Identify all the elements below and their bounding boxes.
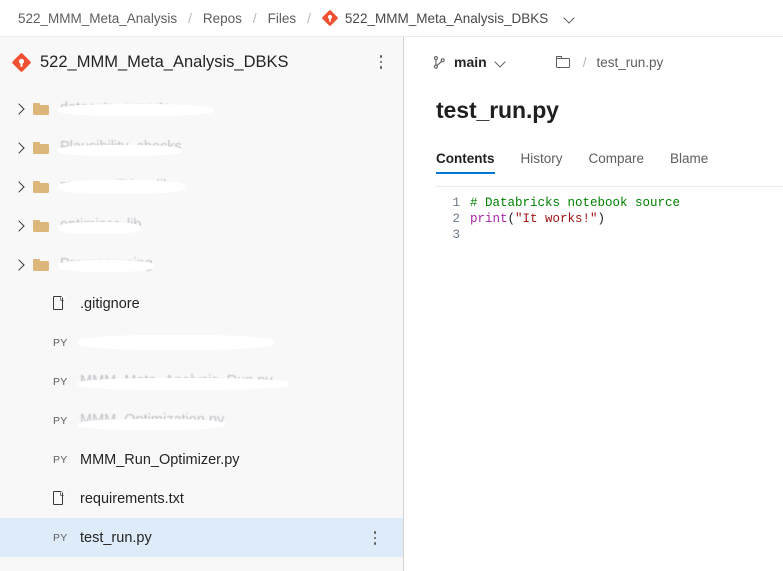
folder-icon — [30, 102, 60, 116]
tree-folder-row[interactable]: Plausibility_checks — [0, 128, 403, 167]
azure-repos-icon — [322, 10, 338, 26]
tree-folder-row[interactable]: mmm_utilities_lib — [0, 167, 403, 206]
code-token-punct-open: ( — [508, 211, 516, 227]
chevron-down-icon — [495, 56, 508, 69]
main-split: 522_MMM_Meta_Analysis_DBKS datasets_expo… — [0, 37, 783, 571]
tree-folder-row[interactable]: optimizer_lib — [0, 206, 403, 245]
tree-file-label: MMM_Run_Optimizer.py — [80, 452, 240, 468]
python-file-icon: PY — [50, 337, 80, 349]
breadcrumb-separator-2: / — [253, 11, 257, 26]
chevron-right-icon[interactable] — [10, 144, 30, 152]
python-file-icon: PY — [50, 376, 80, 388]
branch-bar: main / test_run.py — [432, 37, 783, 87]
tree-file-row[interactable]: PY — [0, 323, 403, 362]
breadcrumb-project[interactable]: 522_MMM_Meta_Analysis — [18, 11, 177, 26]
file-content-panel: main / test_run.py test_run.py Contents … — [404, 37, 783, 571]
line-number: 1 — [436, 195, 470, 211]
redacted-text: MMM_Meta_Analysis_Run.py — [80, 373, 290, 390]
redacted-text: Plausibility_checks — [60, 139, 184, 156]
python-file-icon: PY — [50, 532, 80, 544]
branch-selector[interactable]: main — [432, 54, 508, 70]
breadcrumb-separator-1: / — [188, 11, 192, 26]
tree-file-row-selected[interactable]: PY test_run.py — [0, 518, 403, 557]
tree-folder-label: Plausibility_checks — [60, 139, 184, 156]
redacted-text: MMM_Optimization.py — [80, 412, 227, 429]
code-line: 3 — [436, 227, 783, 243]
tree-file-label: requirements.txt — [80, 491, 184, 507]
tree-folder-label: datasets_exports — [60, 100, 212, 117]
tab-blame[interactable]: Blame — [670, 151, 708, 174]
git-branch-icon — [432, 55, 447, 70]
code-token-punct-close: ) — [598, 211, 606, 227]
file-icon — [50, 491, 80, 507]
tree-folder-row[interactable]: Preprocessing — [0, 245, 403, 284]
tree-file-row[interactable]: PY MMM_Optimization.py — [0, 401, 403, 440]
code-token-comment: # Databricks notebook source — [470, 195, 680, 211]
tree-folder-label: Preprocessing — [60, 256, 156, 273]
redacted-text: Preprocessing — [60, 256, 156, 273]
chevron-right-icon[interactable] — [10, 222, 30, 230]
line-number: 2 — [436, 211, 470, 227]
tree-file-row[interactable]: requirements.txt — [0, 479, 403, 518]
folder-icon — [30, 258, 60, 272]
tree-folder-row[interactable]: datasets_exports — [0, 89, 403, 128]
sidebar-header: 522_MMM_Meta_Analysis_DBKS — [0, 37, 403, 87]
chevron-right-icon[interactable] — [10, 105, 30, 113]
code-line: 2 print ( "It works!" ) — [436, 211, 783, 227]
breadcrumb-repo-selector[interactable]: 522_MMM_Meta_Analysis_DBKS — [322, 10, 577, 26]
tree-file-label: MMM_Optimization.py — [80, 412, 227, 429]
tree-folder-label: mmm_utilities_lib — [60, 178, 187, 195]
file-tabs: Contents History Compare Blame — [436, 145, 783, 174]
folder-icon — [30, 219, 60, 233]
tree-file-row[interactable]: PY MMM_Run_Optimizer.py — [0, 440, 403, 479]
file-icon — [50, 296, 80, 312]
code-token-function: print — [470, 211, 508, 227]
azure-repos-icon — [12, 53, 31, 72]
tab-history[interactable]: History — [521, 151, 563, 174]
redacted-text: mmm_utilities_lib — [60, 178, 187, 195]
breadcrumb-repo-label: 522_MMM_Meta_Analysis_DBKS — [345, 11, 548, 26]
sidebar-repo-title: 522_MMM_Meta_Analysis_DBKS — [40, 53, 373, 72]
code-viewer: 1 # Databricks notebook source 2 print (… — [436, 186, 783, 546]
code-line: 1 # Databricks notebook source — [436, 195, 783, 211]
tree-file-label: MMM_Meta_Analysis_Run.py — [80, 373, 290, 390]
breadcrumb-bar: 522_MMM_Meta_Analysis / Repos / Files / … — [0, 0, 783, 37]
path-file-label: test_run.py — [596, 55, 663, 70]
python-file-icon: PY — [50, 415, 80, 427]
breadcrumb-files[interactable]: Files — [268, 11, 297, 26]
tree-file-label: test_run.py — [80, 530, 152, 546]
tree-folder-label: optimizer_lib — [60, 217, 143, 234]
chevron-down-icon — [564, 12, 577, 25]
file-tree-sidebar: 522_MMM_Meta_Analysis_DBKS datasets_expo… — [0, 37, 404, 571]
tree-file-row[interactable]: .gitignore — [0, 284, 403, 323]
tab-compare[interactable]: Compare — [589, 151, 645, 174]
page-title: test_run.py — [436, 97, 783, 124]
line-number: 3 — [436, 227, 470, 243]
branch-name-label: main — [454, 54, 487, 70]
tab-contents[interactable]: Contents — [436, 151, 495, 174]
code-token-string: "It works!" — [515, 211, 598, 227]
path-separator: / — [583, 55, 587, 70]
folder-icon — [30, 180, 60, 194]
chevron-right-icon[interactable] — [10, 261, 30, 269]
sidebar-more-actions-button[interactable] — [373, 53, 389, 71]
breadcrumb-repos[interactable]: Repos — [203, 11, 242, 26]
file-tree: datasets_exports Plausibility_checks — [0, 87, 403, 557]
redacted-text — [80, 334, 276, 351]
redacted-text: optimizer_lib — [60, 217, 143, 234]
chevron-right-icon[interactable] — [10, 183, 30, 191]
folder-outline-icon[interactable] — [556, 56, 571, 69]
python-file-icon: PY — [50, 454, 80, 466]
breadcrumb-separator-3: / — [307, 11, 311, 26]
tree-file-row[interactable]: PY MMM_Meta_Analysis_Run.py — [0, 362, 403, 401]
redacted-text: datasets_exports — [60, 100, 212, 117]
file-path-breadcrumb: / test_run.py — [556, 55, 664, 70]
tree-file-label: .gitignore — [80, 296, 140, 312]
file-row-more-actions-button[interactable] — [367, 529, 383, 547]
folder-icon — [30, 141, 60, 155]
tree-file-label — [80, 334, 276, 351]
